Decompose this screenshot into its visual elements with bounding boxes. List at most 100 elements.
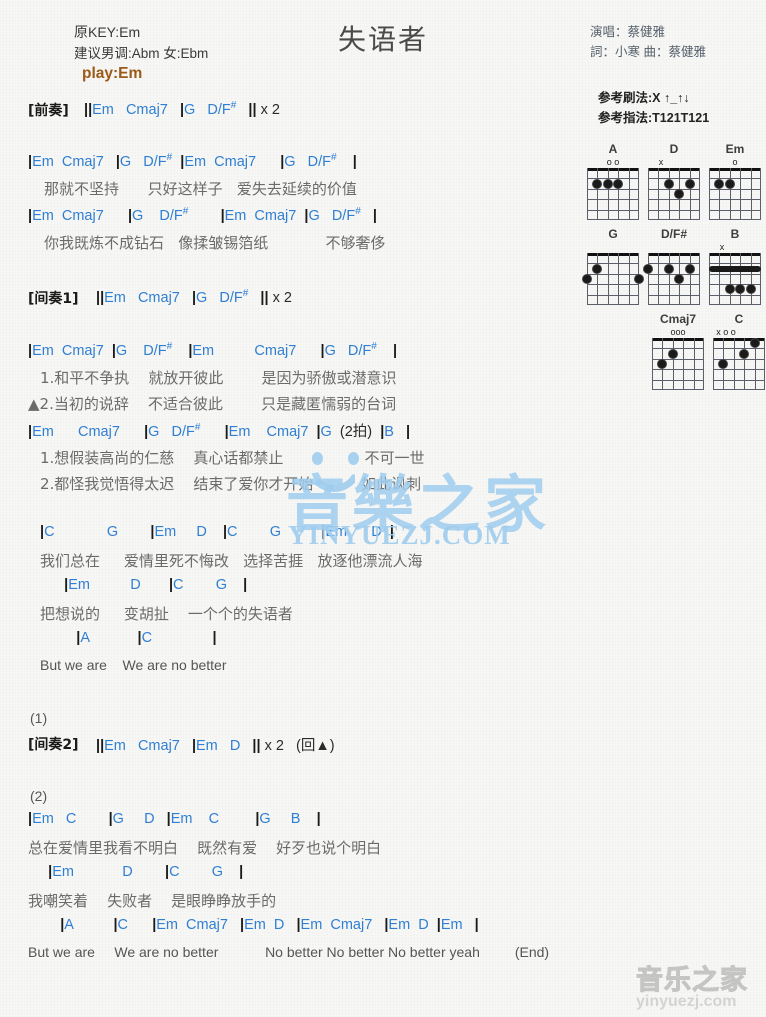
chord-fretboard [652,338,704,390]
interlude1-chord-line: ||Em Cmaj7 |G D/F# || x 2 [96,288,292,306]
verse2-chord-line-2: |Em Cmaj7 |G D/F# |Em Cmaj7 |G (2拍) |B | [28,422,411,440]
verse2-lyric-line-4: 2.都怪我觉悟得太迟 结束了爱你才开始 如此讽刺 [40,475,422,493]
bottom-watermark-cn: 音乐之家 [636,965,748,997]
section-tag-interlude2: [间奏2] [28,737,79,753]
chorus-chord-line-1: |C G |Em D |C G |Em D | [40,524,394,540]
chorus-lyric-line-3: But we are We are no better [40,657,227,673]
chord-open-markers: x [719,242,725,252]
verse1-lyric-line-2: 你我既炼不成钻石 像揉皱锡箔纸 不够奢侈 [44,234,386,252]
chord-fretboard [648,168,700,220]
chord-finger-dot [583,275,591,283]
singer-line: 演唱：蔡健雅 [590,25,666,39]
chord-fretboard [709,253,761,305]
verse2-lyric-line-1: 1.和平不争执 就放开彼此 是因为骄傲或潜意识 [40,369,397,387]
chord-sheet-page: 原KEY:Em 建议男调:Abm 女:Ebm play:Em 失语者 演唱：蔡健… [0,0,766,1017]
chord-fretboard [709,168,761,220]
chord-diagram-row: Cmaj7 ooo Cx o o [586,312,766,390]
chord-finger-dot [685,264,694,273]
chord-finger-dot [603,179,612,188]
chord-finger-dot [746,285,755,294]
verse1-chord-line-1: |Em Cmaj7 |G D/F# |Em Cmaj7 |G D/F# | [28,152,357,170]
chord-diagram-row: G D/F# Bx [583,227,766,305]
credits-block: 演唱：蔡健雅 詞：小寒 曲：蔡健雅 [590,22,706,62]
chord-finger-dot [675,190,684,198]
outro-lyric-line-1: 总在爱情里我看不明白 既然有爱 好歹也说个明白 [28,839,382,857]
chord-diagram-label: B [730,227,740,241]
verse2-chord-line-1: |Em Cmaj7 |G D/F# |Em Cmaj7 |G D/F# | [28,341,398,359]
chord-diagram-df: D/F# [644,227,701,305]
chord-diagram-label: G [608,227,618,241]
chord-diagram-row: Ao o Dx Em o [586,142,766,220]
chord-finger-dot [635,275,643,283]
chord-diagram-em: Em o [708,142,762,220]
chord-diagram-b: Bx [708,227,762,305]
chord-finger-dot [658,360,667,368]
chord-diagram-cmaj7: Cmaj7 ooo [651,312,705,390]
chord-finger-dot [593,264,602,273]
chord-barre [709,265,761,272]
chord-fretboard [587,168,639,220]
chord-open-markers: o [732,157,738,167]
bottom-watermark-en: yinyuezj.com [636,993,737,1010]
chord-fretboard [644,253,700,305]
chord-open-markers: x o o [716,327,736,337]
chorus-chord-line-3: |A |C | [76,630,217,646]
section-tag-interlude1: [间奏1] [28,291,79,307]
verse1-lyric-line-1: 那就不坚持 只好这样子 爱失去延续的价值 [44,180,357,198]
chorus-chord-line-2: |Em D |C G | [64,577,248,593]
chord-finger-dot [675,275,684,283]
chord-finger-dot [750,339,759,348]
chord-finger-dot [664,179,673,188]
chord-finger-dot [715,179,724,188]
chord-diagram-g: G [583,227,643,305]
play-key: play:Em [82,65,143,82]
chord-open-markers: x [658,157,664,167]
outro-chord-line-2: |Em D |C G | [48,864,244,880]
chorus-lyric-line-2: 把想说的 变胡扯 一个个的失语者 [40,605,293,623]
chord-finger-dot [736,285,745,294]
chord-diagram-a: Ao o [586,142,640,220]
chord-finger-dot [725,285,734,294]
outro-chord-line-3: |A |C |Em Cmaj7 |Em D |Em Cmaj7 |Em D |E… [60,917,479,933]
chord-finger-dot [614,179,623,188]
chord-fretboard [583,253,643,305]
chord-open-markers [586,242,640,253]
chord-diagram-label: A [608,142,618,156]
reference-block: 参考刷法:X ↑_↑↓ 参考指法:T121T121 [598,88,709,128]
interlude2-chord-line: ||Em Cmaj7 |Em D || x 2 (回▲) [96,738,335,754]
fingerstyle-reference: 参考指法:T121T121 [598,111,710,125]
chord-fretboard [713,338,765,390]
verse1-chord-line-2: |Em Cmaj7 |G D/F# |Em Cmaj7 |G D/F# | [28,206,377,224]
strum-reference: 参考刷法:X ↑_↑↓ [598,91,690,105]
chord-open-markers: ooo [670,327,686,337]
outro-lyric-line-3: But we are We are no better No better No… [28,944,550,960]
chord-open-markers [647,242,701,253]
chord-diagram-c: Cx o o [712,312,766,390]
section-tag-intro: [前奏] [28,103,69,119]
chord-finger-dot [685,179,694,188]
chord-open-markers: o o [606,157,620,167]
chord-diagram-label: Em [725,142,745,156]
bottom-watermark: 音乐之家 yinyuezj.com [636,958,748,1011]
chord-diagram-panel: Ao o Dx Em o G D/F# Bx Cmaj7 ooo Cx o o [583,142,766,397]
verse2-lyric-line-2: ▲2.当初的说辞 不适合彼此 只是藏匿懦弱的台词 [28,395,397,413]
chord-diagram-label: C [734,312,744,326]
chord-diagram-label: D/F# [660,227,687,241]
chord-diagram-label: Cmaj7 [659,312,697,326]
verse2-lyric-line-3: 1.想假装高尚的仁慈 真心话都禁止 不可一世 [40,449,425,467]
chord-finger-dot [668,349,677,358]
chord-finger-dot [664,264,673,273]
chorus-lyric-line-1: 我们总在 爱情里死不悔改 选择苦捱 放逐他漂流人海 [40,552,423,570]
chord-diagram-d: Dx [647,142,701,220]
chord-finger-dot [740,349,749,358]
repeat-marker-2: (2) [30,788,48,804]
writers-line: 詞：小寒 曲：蔡健雅 [590,45,706,59]
outro-lyric-line-2: 我嘲笑着 失败者 是眼睁睁放手的 [28,892,277,910]
chord-finger-dot [593,179,602,188]
chord-diagram-label: D [669,142,679,156]
chord-finger-dot [719,360,728,368]
chord-finger-dot [725,179,734,188]
intro-chord-line: ||Em Cmaj7 |G D/F# || x 2 [84,100,280,118]
outro-chord-line-1: |Em C |G D |Em C |G B | [28,811,321,827]
chord-finger-dot [644,264,652,273]
